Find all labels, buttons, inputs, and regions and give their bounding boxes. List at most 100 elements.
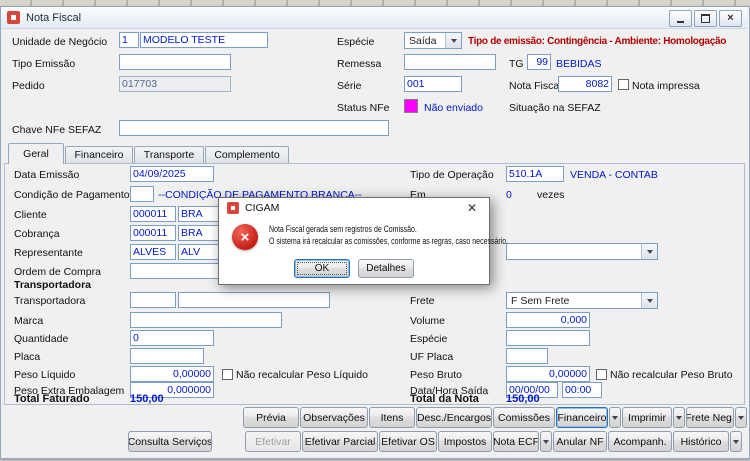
frete-combobox[interactable]: F Sem Frete [506,292,658,309]
tab-complemento[interactable]: Complemento [205,146,289,163]
previa-button[interactable]: Prévia [243,407,299,428]
em-vezes-label: vezes [537,189,565,201]
financeiro-button[interactable]: Financeiro [556,407,608,428]
chave-nfe-input[interactable] [119,120,389,136]
chevron-down-icon [733,439,739,444]
unidade-negocio-code-input[interactable] [119,32,139,48]
efetivar-parcial-button[interactable]: Efetivar Parcial [302,431,378,452]
tg-name-label: BEBIDAS [556,58,602,70]
action-row-2: Consulta Serviços Efetivar Efetivar Parc… [128,431,742,452]
condicao-pagamento-label: Condição de Pagamento [14,189,130,201]
representante-code-input[interactable] [130,244,176,260]
condicao-pagamento-code-input[interactable] [130,186,154,202]
placa-input[interactable] [130,348,204,364]
tipo-emissao-input[interactable] [119,54,231,70]
right-column-combobox[interactable] [506,243,658,260]
marca-input[interactable] [130,312,282,328]
peso-liquido-input[interactable] [130,366,214,382]
remessa-input[interactable] [404,54,496,70]
ok-button[interactable]: OK [294,259,350,278]
total-nota-value: 150,00 [506,393,540,405]
tg-code-input[interactable] [527,54,551,70]
total-nota-label: Total da Nota [410,393,479,405]
impostos-button[interactable]: Impostos [438,431,492,452]
nota-ecf-button[interactable]: Nota ECF [493,431,539,452]
acompanh-button[interactable]: Acompanh. [608,431,672,452]
quantidade-input[interactable] [130,330,214,346]
serie-input[interactable] [404,76,462,92]
volume-input[interactable] [506,312,590,328]
chave-nfe-label: Chave NFe SEFAZ [12,124,102,136]
marca-label: Marca [14,315,44,327]
hora-saida-input[interactable] [562,382,602,398]
chevron-down-icon[interactable] [445,33,461,48]
frete-value: F Sem Frete [511,295,570,307]
dialog-close-button[interactable]: ✕ [461,200,483,216]
especie-combobox[interactable]: Saída [404,32,462,49]
restore-button[interactable] [694,10,717,27]
chevron-down-icon [543,439,549,444]
desc-encargos-button[interactable]: Desc./Encargos [416,407,492,428]
chevron-down-icon[interactable] [641,293,657,308]
imprimir-dropdown-button[interactable] [673,407,685,428]
ordem-compra-label: Ordem de Compra [14,266,101,278]
emissao-banner: Tipo de emissão: Contingência - Ambiente… [468,36,727,47]
serie-label: Série [337,80,362,92]
consulta-servicos-button[interactable]: Consulta Serviços [128,431,212,452]
transportadora-code-input[interactable] [130,292,176,308]
peso-bruto-checkbox[interactable] [596,369,607,380]
window-controls: × [669,10,742,27]
uf-placa-label: UF Placa [410,351,454,363]
dialog-app-icon [227,202,239,214]
anular-nf-button[interactable]: Anular NF [553,431,607,452]
nota-impressa-label: Nota impressa [632,80,700,92]
frete-neg-dropdown-button[interactable] [735,407,747,428]
unidade-negocio-name-input[interactable] [140,32,268,48]
cobranca-code-input[interactable] [130,225,176,241]
chevron-down-icon[interactable] [641,244,657,259]
detalhes-button[interactable]: Detalhes [358,259,414,278]
error-icon: × [232,224,258,250]
chevron-down-icon [612,415,618,420]
financeiro-dropdown-button[interactable] [609,407,621,428]
tg-label: TG [509,58,524,70]
observacoes-button[interactable]: Observações [300,407,368,428]
action-row-1: Prévia Observações Itens Desc./Encargos … [243,407,747,428]
especie-item-input[interactable] [506,330,590,346]
peso-liquido-label: Peso Líquido [14,369,76,381]
efetivar-os-button[interactable]: Efetivar OS [379,431,437,452]
tab-transporte[interactable]: Transporte [134,146,204,163]
minimize-button[interactable] [669,10,692,27]
tab-financeiro[interactable]: Financeiro [65,146,133,163]
historico-button[interactable]: Histórico [673,431,729,452]
minimize-icon [677,21,684,23]
transportadora-name-input[interactable] [178,292,330,308]
efetivar-button: Efetivar [245,431,301,452]
close-button[interactable]: × [719,10,742,27]
tipo-operacao-name-label: VENDA - CONTAB [570,169,658,181]
peso-bruto-label: Peso Bruto [410,369,462,381]
cliente-code-input[interactable] [130,206,176,222]
tab-geral[interactable]: Geral [8,143,64,164]
nota-ecf-dropdown-button[interactable] [540,431,552,452]
historico-dropdown-button[interactable] [730,431,742,452]
comissoes-button[interactable]: Comissões [493,407,555,428]
nota-fiscal-input[interactable] [558,76,612,92]
em-value: 0 [506,189,512,201]
tipo-operacao-code-input[interactable] [506,166,564,182]
nota-impressa-checkbox[interactable] [618,79,629,90]
comissao-dialog: CIGAM ✕ × Nota Fiscal gerada sem registr… [218,197,508,285]
data-emissao-input[interactable] [130,166,214,182]
peso-bruto-input[interactable] [506,366,590,382]
peso-liquido-checkbox[interactable] [222,369,233,380]
uf-placa-input[interactable] [506,348,548,364]
cliente-label: Cliente [14,209,47,221]
itens-button[interactable]: Itens [369,407,415,428]
cobranca-label: Cobrança [14,228,60,240]
frete-neg-button[interactable]: Frete Neg. [686,407,734,428]
volume-label: Volume [410,315,446,327]
imprimir-button[interactable]: Imprimir [622,407,672,428]
window-title: Nota Fiscal [26,11,82,24]
total-faturado-value: 150,00 [130,393,164,405]
especie-label: Espécie [337,36,375,48]
